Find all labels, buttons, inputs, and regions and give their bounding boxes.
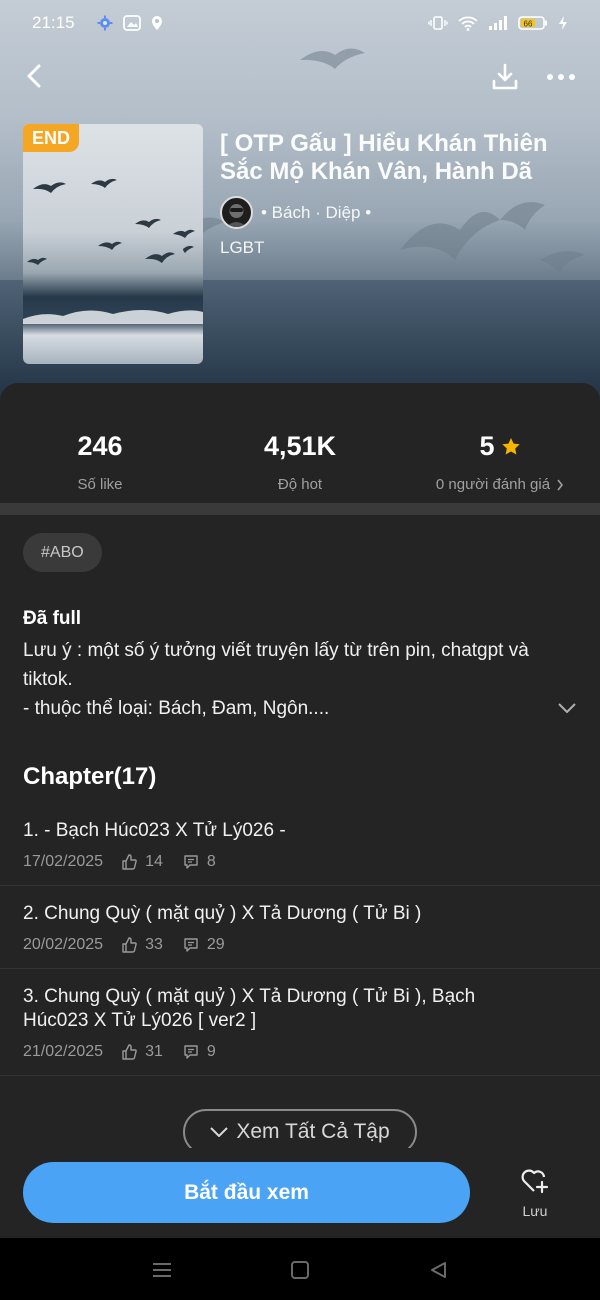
location-icon [151, 15, 163, 31]
back-arrow-icon [27, 64, 41, 88]
system-nav-bar [0, 1238, 600, 1300]
end-badge: END [23, 124, 79, 152]
back-button[interactable] [16, 58, 52, 94]
back-nav-button[interactable] [424, 1256, 452, 1284]
more-button[interactable] [540, 58, 582, 96]
menu-nav-button[interactable] [148, 1256, 176, 1284]
section-divider [0, 503, 600, 515]
genre-label: LGBT [220, 238, 265, 257]
description-heading: Đã full [23, 608, 82, 629]
stat-rating[interactable]: 5 0 người đánh giá [400, 431, 600, 493]
heart-plus-icon [521, 1169, 549, 1194]
expand-description-button[interactable] [554, 695, 580, 721]
hot-label: Độ hot [277, 476, 323, 493]
save-label: Lưu [522, 1203, 548, 1219]
chapter-likes: 31 [145, 1043, 163, 1060]
image-icon [122, 15, 141, 31]
chapter-meta: 21/02/2025 31 9 [23, 1043, 577, 1061]
chapter-list: 1. - Bạch Húc023 X Tử Lý026 - 17/02/2025… [0, 803, 600, 1076]
book-cover[interactable] [23, 124, 203, 364]
thumbs-up-icon [122, 1044, 137, 1060]
download-icon [492, 63, 518, 90]
tag-chip[interactable]: #ABO [23, 533, 102, 572]
charging-icon [558, 15, 568, 31]
author-row[interactable]: • Bách · Diệp • [220, 196, 371, 229]
chapter-date: 21/02/2025 [23, 1043, 104, 1060]
back-triangle-icon [431, 1262, 446, 1278]
content-panel: 246 Số like 4,51K Độ hot 5 0 người đánh … [0, 383, 600, 1148]
stat-likes: 246 Số like [0, 431, 200, 493]
stat-hot: 4,51K Độ hot [200, 431, 400, 493]
chapter-comments: 9 [206, 1043, 216, 1060]
rating-value: 5 [479, 431, 495, 461]
hot-count: 4,51K [263, 431, 337, 461]
author-name[interactable]: • Bách · Diệp • [261, 203, 371, 223]
hero-header: 21:15 66 END [OTP Gấu] Hiểu Khán Thiên… [0, 0, 600, 400]
battery-icon: 66 [518, 15, 548, 31]
chapter-meta: 17/02/2025 14 8 [23, 853, 577, 871]
start-reading-button[interactable]: Bắt đầu xem [23, 1162, 470, 1223]
comment-icon [184, 1045, 198, 1059]
chapter-date: 17/02/2025 [23, 853, 104, 870]
status-bar: 21:15 66 [0, 0, 600, 46]
view-all-label: Xem Tất Cả Tập [236, 1120, 390, 1143]
comment-icon [184, 855, 198, 869]
more-dots-icon [547, 74, 575, 80]
description-line: Lưu ý : một số ý tưởng viết truyện lấy t… [23, 640, 529, 661]
rating-label: 0 người đánh giá [435, 476, 551, 493]
chapter-comments: 8 [206, 853, 216, 870]
top-toolbar [0, 52, 600, 102]
chapter-item[interactable]: 2. Chung Quỳ ( mặt quỷ ) X Tả Dương ( Tử… [0, 886, 600, 969]
chapter-comments: 29 [206, 936, 225, 953]
home-nav-button[interactable] [286, 1256, 314, 1284]
likes-count: 246 [77, 431, 123, 461]
star-icon [501, 437, 520, 454]
cover-image [23, 178, 203, 324]
home-square-icon [291, 1261, 309, 1279]
status-time: 21:15 [32, 13, 75, 32]
chapter-likes: 33 [145, 936, 163, 953]
description-line: - thuộc thể loại: Bách, Đam, Ngôn.... [23, 698, 330, 719]
thumbs-up-icon [122, 854, 137, 870]
download-button[interactable] [486, 58, 524, 96]
chevron-right-icon [557, 479, 564, 490]
vibrate-icon [428, 15, 448, 31]
gear-icon [97, 15, 113, 31]
comment-icon [184, 938, 198, 952]
chapter-title: 1. - Bạch Húc023 X Tử Lý026 - [23, 820, 286, 841]
chapter-item[interactable]: 3. Chung Quỳ ( mặt quỷ ) X Tả Dương ( Tử… [0, 969, 600, 1076]
stats-row: 246 Số like 4,51K Độ hot 5 0 người đánh … [0, 383, 600, 503]
avatar[interactable] [220, 196, 253, 229]
save-button[interactable]: Lưu [505, 1166, 565, 1219]
chapter-title: 2. Chung Quỳ ( mặt quỷ ) X Tả Dương ( Tử… [23, 903, 422, 924]
svg-text:66: 66 [524, 20, 533, 29]
view-all-chapters-button[interactable]: Xem Tất Cả Tập [183, 1109, 417, 1148]
chapter-heading: Chapter(17) [23, 763, 157, 790]
chapter-date: 20/02/2025 [23, 936, 104, 953]
signal-icon [488, 15, 508, 31]
chevron-down-icon [558, 703, 576, 713]
chapter-likes: 14 [145, 853, 163, 870]
chapter-title: 3. Chung Quỳ ( mặt quỷ ) X Tả Dương ( Tử… [23, 986, 476, 1031]
chevron-down-icon [210, 1127, 229, 1137]
chapter-meta: 20/02/2025 33 29 [23, 936, 577, 954]
wifi-icon [458, 15, 478, 31]
description-text: Lưu ý : một số ý tưởng viết truyện lấy t… [23, 636, 563, 723]
menu-icon [153, 1263, 171, 1277]
chapter-item[interactable]: 1. - Bạch Húc023 X Tử Lý026 - 17/02/2025… [0, 803, 600, 886]
bottom-action-bar: Bắt đầu xem Lưu [0, 1148, 600, 1238]
story-title: [ OTP Gấu ] Hiểu Khán Thiên Sắc Mộ Khán … [220, 130, 548, 185]
likes-label: Số like [77, 476, 123, 493]
thumbs-up-icon [122, 937, 137, 953]
description-line: tiktok. [23, 669, 73, 690]
